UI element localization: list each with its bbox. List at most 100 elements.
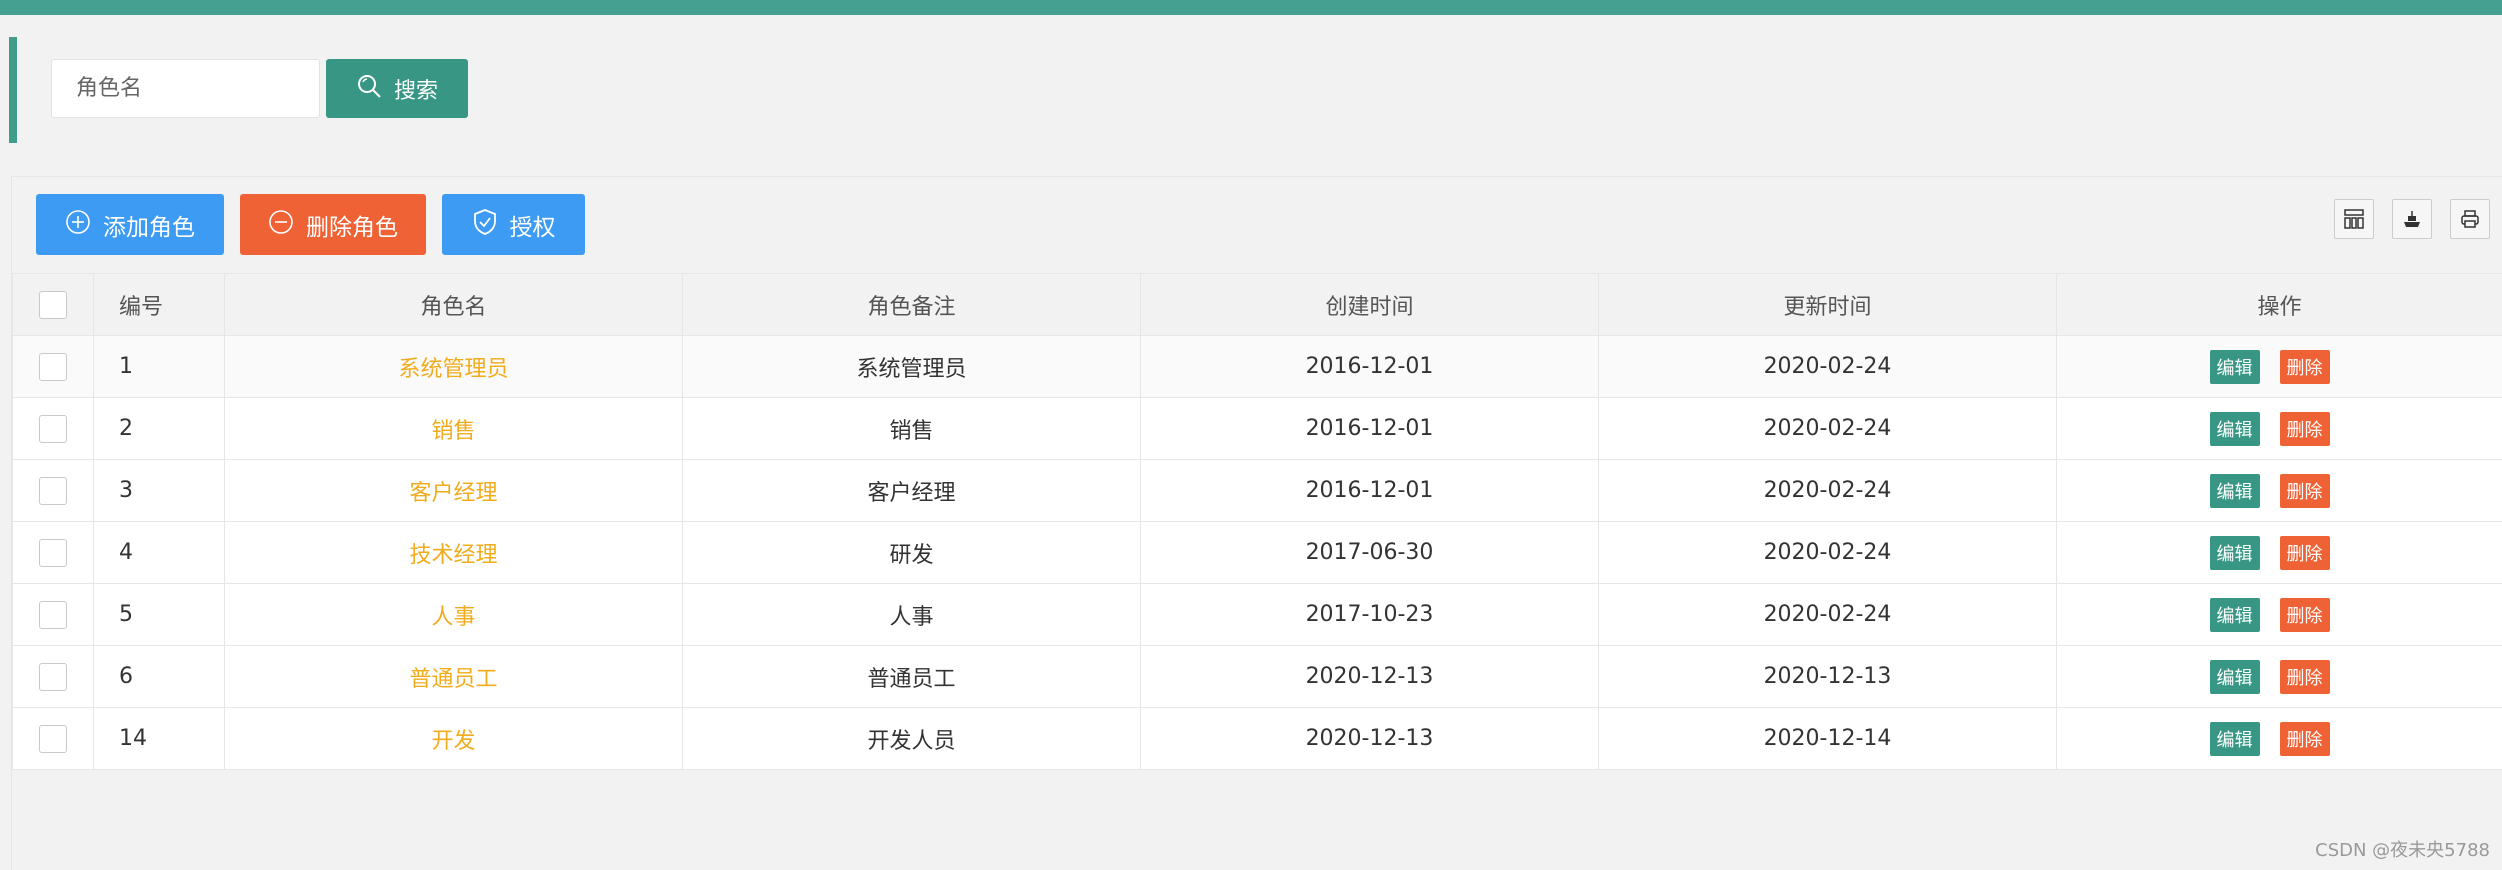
- search-icon: [356, 73, 382, 105]
- table-header-row: 编号 角色名 角色备注 创建时间 更新时间 操作: [12, 273, 2502, 336]
- row-checkbox[interactable]: [39, 538, 67, 567]
- header-remark[interactable]: 角色备注: [682, 273, 1141, 336]
- cell-name: 客户经理: [224, 459, 683, 522]
- table-body: 1 系统管理员 系统管理员 2016-12-01 2020-02-24 编辑 删…: [12, 335, 2502, 770]
- cell-ops: 编辑 删除: [2056, 459, 2502, 522]
- row-select-cell: [12, 707, 94, 770]
- add-role-label: 添加角色: [103, 214, 195, 241]
- cell-remark: 客户经理: [682, 459, 1141, 522]
- plus-circle-icon: [65, 209, 91, 241]
- cell-updated: 2020-02-24: [1598, 335, 2057, 398]
- cell-id: 14: [93, 707, 225, 770]
- cell-remark: 系统管理员: [682, 335, 1141, 398]
- delete-button[interactable]: 删除: [2279, 473, 2330, 508]
- cell-remark: 人事: [682, 583, 1141, 646]
- row-select-cell: [12, 459, 94, 522]
- row-checkbox[interactable]: [39, 662, 67, 691]
- delete-button[interactable]: 删除: [2279, 659, 2330, 694]
- print-icon[interactable]: [2450, 199, 2490, 239]
- row-checkbox[interactable]: [39, 476, 67, 505]
- header-created[interactable]: 创建时间: [1140, 273, 1599, 336]
- cell-ops: 编辑 删除: [2056, 645, 2502, 708]
- edit-button[interactable]: 编辑: [2209, 721, 2260, 756]
- cell-updated: 2020-02-24: [1598, 583, 2057, 646]
- delete-button[interactable]: 删除: [2279, 349, 2330, 384]
- table-toolbar: 添加角色 删除角色 授权: [12, 177, 2502, 273]
- cell-id: 6: [93, 645, 225, 708]
- authorize-label: 授权: [509, 214, 556, 241]
- cell-ops: 编辑 删除: [2056, 583, 2502, 646]
- cell-id: 2: [93, 397, 225, 460]
- edit-button[interactable]: 编辑: [2209, 349, 2260, 384]
- edit-button[interactable]: 编辑: [2209, 473, 2260, 508]
- cell-created: 2016-12-01: [1140, 335, 1599, 398]
- row-select-cell: [12, 397, 94, 460]
- header-id[interactable]: 编号: [93, 273, 225, 336]
- search-button-label: 搜索: [393, 78, 438, 104]
- columns-filter-icon[interactable]: [2334, 199, 2374, 239]
- delete-button[interactable]: 删除: [2279, 721, 2330, 756]
- row-select-cell: [12, 583, 94, 646]
- search-panel: 搜索: [9, 37, 2502, 143]
- delete-button[interactable]: 删除: [2279, 535, 2330, 570]
- delete-role-button[interactable]: 删除角色: [240, 194, 426, 255]
- table-row: 3 客户经理 客户经理 2016-12-01 2020-02-24 编辑 删除: [12, 459, 2502, 522]
- header-updated[interactable]: 更新时间: [1598, 273, 2057, 336]
- cell-id: 1: [93, 335, 225, 398]
- edit-button[interactable]: 编辑: [2209, 659, 2260, 694]
- cell-ops: 编辑 删除: [2056, 335, 2502, 398]
- cell-remark: 开发人员: [682, 707, 1141, 770]
- top-accent-bar: [0, 0, 2502, 15]
- select-all-checkbox[interactable]: [39, 290, 67, 319]
- authorize-button[interactable]: 授权: [442, 194, 585, 255]
- row-checkbox[interactable]: [39, 414, 67, 443]
- delete-button[interactable]: 删除: [2279, 597, 2330, 632]
- cell-name: 人事: [224, 583, 683, 646]
- cell-updated: 2020-12-14: [1598, 707, 2057, 770]
- cell-name: 销售: [224, 397, 683, 460]
- cell-updated: 2020-02-24: [1598, 459, 2057, 522]
- minus-circle-icon: [268, 209, 294, 241]
- row-checkbox[interactable]: [39, 600, 67, 629]
- cell-created: 2020-12-13: [1140, 645, 1599, 708]
- cell-ops: 编辑 删除: [2056, 521, 2502, 584]
- edit-button[interactable]: 编辑: [2209, 535, 2260, 570]
- export-icon[interactable]: [2392, 199, 2432, 239]
- role-table-card: 添加角色 删除角色 授权 编号 角色名 角色备注 创建时间 更新时间 操作 1 …: [11, 176, 2502, 870]
- cell-id: 3: [93, 459, 225, 522]
- cell-remark: 研发: [682, 521, 1141, 584]
- search-button[interactable]: 搜索: [326, 59, 468, 118]
- table-row: 1 系统管理员 系统管理员 2016-12-01 2020-02-24 编辑 删…: [12, 335, 2502, 398]
- table-row: 4 技术经理 研发 2017-06-30 2020-02-24 编辑 删除: [12, 521, 2502, 584]
- select-all-cell: [12, 273, 94, 336]
- header-name[interactable]: 角色名: [224, 273, 683, 336]
- table-row: 6 普通员工 普通员工 2020-12-13 2020-12-13 编辑 删除: [12, 645, 2502, 708]
- cell-name: 普通员工: [224, 645, 683, 708]
- edit-button[interactable]: 编辑: [2209, 411, 2260, 446]
- cell-updated: 2020-02-24: [1598, 521, 2057, 584]
- cell-updated: 2020-02-24: [1598, 397, 2057, 460]
- cell-created: 2017-10-23: [1140, 583, 1599, 646]
- row-checkbox[interactable]: [39, 724, 67, 753]
- cell-id: 4: [93, 521, 225, 584]
- add-role-button[interactable]: 添加角色: [36, 194, 224, 255]
- delete-button[interactable]: 删除: [2279, 411, 2330, 446]
- cell-remark: 销售: [682, 397, 1141, 460]
- edit-button[interactable]: 编辑: [2209, 597, 2260, 632]
- cell-ops: 编辑 删除: [2056, 707, 2502, 770]
- search-input[interactable]: [51, 59, 320, 118]
- cell-created: 2016-12-01: [1140, 459, 1599, 522]
- row-select-cell: [12, 521, 94, 584]
- table-row: 2 销售 销售 2016-12-01 2020-02-24 编辑 删除: [12, 397, 2502, 460]
- table-row: 5 人事 人事 2017-10-23 2020-02-24 编辑 删除: [12, 583, 2502, 646]
- cell-ops: 编辑 删除: [2056, 397, 2502, 460]
- cell-name: 技术经理: [224, 521, 683, 584]
- row-select-cell: [12, 645, 94, 708]
- cell-created: 2020-12-13: [1140, 707, 1599, 770]
- role-table: 编号 角色名 角色备注 创建时间 更新时间 操作 1 系统管理员 系统管理员 2…: [12, 273, 2502, 770]
- cell-name: 系统管理员: [224, 335, 683, 398]
- row-select-cell: [12, 335, 94, 398]
- row-checkbox[interactable]: [39, 352, 67, 381]
- cell-created: 2017-06-30: [1140, 521, 1599, 584]
- cell-remark: 普通员工: [682, 645, 1141, 708]
